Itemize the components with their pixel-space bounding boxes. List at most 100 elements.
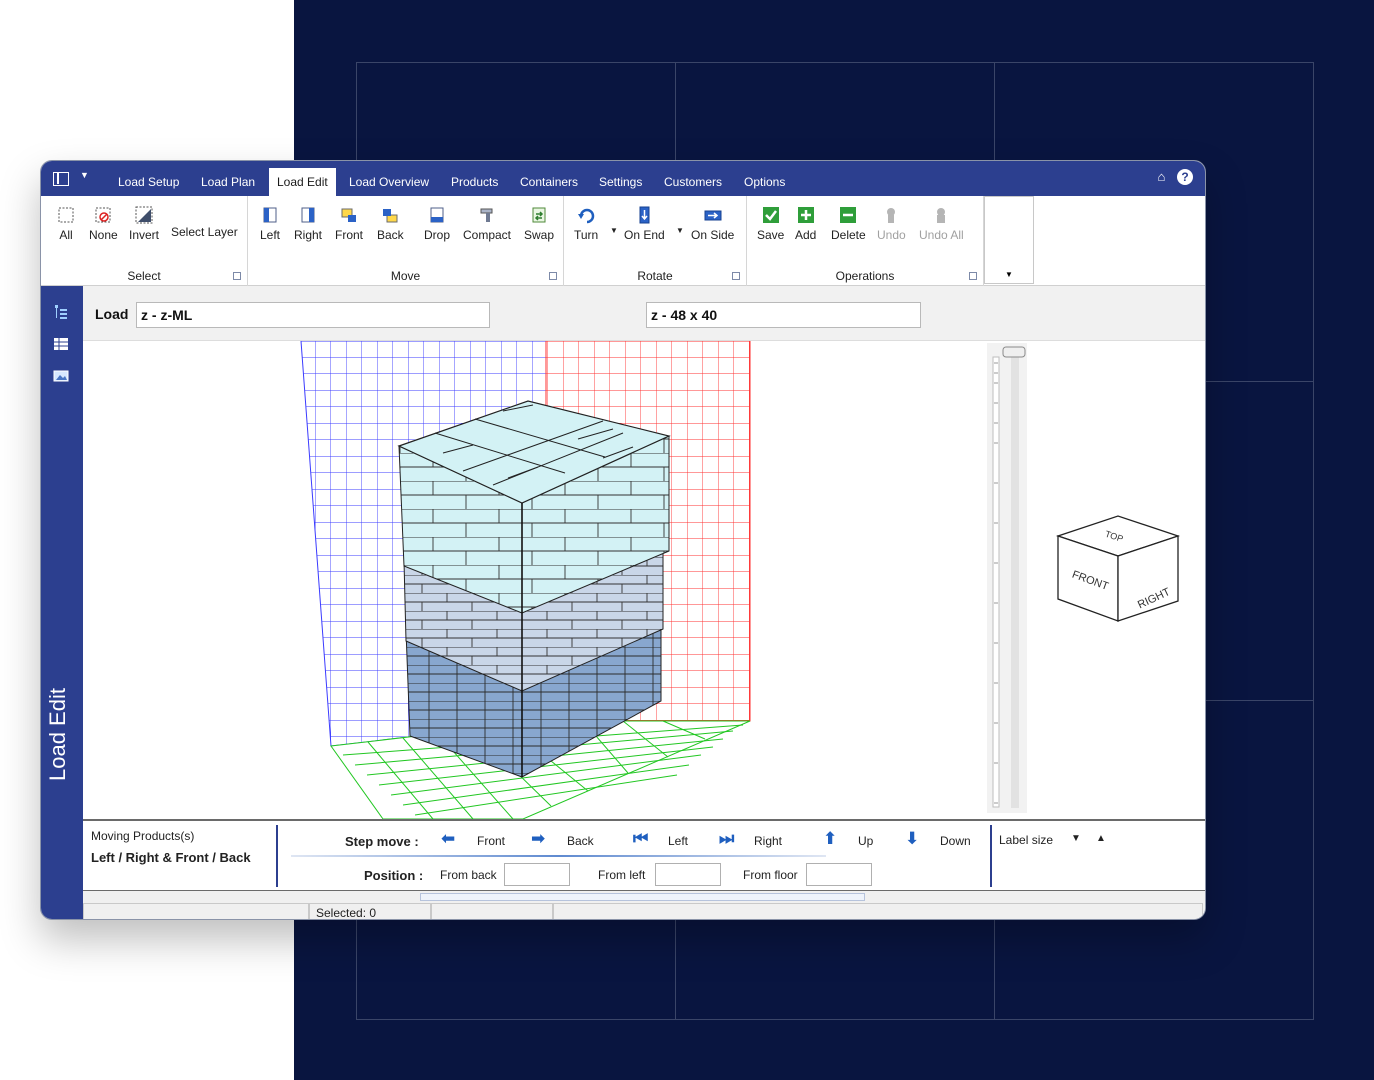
move-left-button[interactable]: Left (260, 206, 280, 242)
dialog-launcher-icon[interactable] (732, 272, 740, 280)
help-icon[interactable]: ? (1177, 169, 1193, 185)
view-cube[interactable]: TOP FRONT RIGHT (1053, 511, 1183, 641)
swap-icon (532, 207, 546, 223)
plus-icon (797, 207, 814, 223)
label-size-label: Label size (999, 833, 1054, 847)
app-menu-button[interactable]: ▼ (53, 170, 93, 189)
skip-left-icon[interactable]: ⏮ (633, 829, 648, 849)
dialog-launcher-icon[interactable] (549, 272, 557, 280)
splitter-handle[interactable] (420, 893, 865, 901)
tab-load-edit[interactable]: Load Edit (269, 168, 336, 196)
tab-settings[interactable]: Settings (599, 170, 642, 196)
status-bar: Selected: 0 (83, 891, 1205, 919)
align-left-icon (263, 207, 277, 223)
ribbon-group-rotate: Turn ▼ On End ▼ On Side Rotate (564, 196, 747, 286)
table-icon[interactable] (53, 336, 69, 352)
select-all-button[interactable]: All (57, 206, 75, 242)
select-none-button[interactable]: None (89, 206, 118, 242)
move-front-button[interactable]: Front (335, 206, 363, 242)
step-back-button[interactable]: Back (567, 834, 594, 848)
image-icon[interactable] (53, 368, 69, 384)
on-side-button[interactable]: On Side (691, 206, 734, 242)
add-button[interactable]: Add (795, 206, 816, 242)
ribbon-group-select: All None Invert Select Layer Select (41, 196, 248, 286)
select-all-icon (58, 207, 74, 223)
dialog-launcher-icon[interactable] (233, 272, 241, 280)
separator (291, 855, 826, 857)
undo-button[interactable]: Undo (877, 206, 906, 242)
compact-icon (480, 208, 493, 222)
step-down-button[interactable]: Down (940, 834, 971, 848)
status-cell (553, 903, 1203, 919)
tab-options[interactable]: Options (744, 170, 785, 196)
load-3d-view[interactable]: TOP FRONT RIGHT (83, 341, 1205, 819)
divider (276, 825, 278, 887)
on-end-button[interactable]: On End (624, 206, 665, 242)
swap-button[interactable]: Swap (524, 206, 554, 242)
minus-icon (840, 207, 857, 223)
drop-button[interactable]: Drop (424, 206, 450, 242)
chevron-down-icon[interactable]: ▼ (676, 226, 684, 235)
tab-products[interactable]: Products (451, 170, 498, 196)
chevron-down-icon[interactable]: ▼ (610, 226, 618, 235)
load-name-field[interactable]: z - z-ML (136, 302, 490, 328)
step-left-button[interactable]: Left (668, 834, 688, 848)
tab-load-setup[interactable]: Load Setup (118, 170, 179, 196)
ribbon-gallery[interactable]: ▼ (984, 196, 1034, 284)
group-label-rotate: Rotate (637, 269, 673, 283)
tab-customers[interactable]: Customers (664, 170, 722, 196)
status-cell (431, 903, 553, 919)
from-left-input[interactable] (655, 863, 721, 886)
group-label-select: Select (127, 269, 161, 283)
zoom-slider[interactable] (987, 343, 1027, 813)
undo-all-button[interactable]: Undo All (919, 206, 964, 242)
chevron-down-icon[interactable]: ▼ (1071, 833, 1081, 844)
pallet-field[interactable]: z - 48 x 40 (646, 302, 921, 328)
turn-button[interactable]: Turn (574, 206, 598, 242)
tab-containers[interactable]: Containers (520, 170, 578, 196)
ribbon-group-move: Left Right Front Back Drop Compact Swap … (248, 196, 564, 286)
invert-icon (135, 206, 153, 224)
status-selected: Selected: 0 (309, 903, 431, 919)
tab-load-plan[interactable]: Load Plan (201, 170, 255, 196)
from-floor-input[interactable] (806, 863, 872, 886)
check-icon (762, 207, 779, 223)
collapse-ribbon-icon[interactable]: ⌂ (1158, 169, 1166, 184)
sidebar-title: Load Edit (45, 688, 70, 781)
ribbon-tab-bar: ▼ Load Setup Load Plan Load Edit Load Ov… (41, 161, 1205, 196)
load-label: Load (95, 306, 129, 322)
save-button[interactable]: Save (757, 206, 784, 242)
select-none-icon (95, 207, 111, 223)
align-right-icon (301, 207, 315, 223)
app-window: ▼ Load Setup Load Plan Load Edit Load Ov… (40, 160, 1206, 920)
select-layer-button[interactable]: Select Layer (171, 225, 238, 239)
step-up-button[interactable]: Up (858, 834, 873, 848)
step-right-button[interactable]: Right (754, 834, 782, 848)
compact-button[interactable]: Compact (463, 206, 511, 242)
from-back-input[interactable] (504, 863, 570, 886)
arrow-left-icon[interactable]: ⬅ (441, 829, 455, 849)
arrow-down-icon[interactable]: ⬇ (905, 829, 919, 849)
from-left-label: From left (598, 868, 646, 882)
on-side-icon (704, 210, 722, 221)
chevron-up-icon[interactable]: ▲ (1096, 833, 1106, 844)
group-label-move: Move (390, 269, 421, 283)
step-front-button[interactable]: Front (477, 834, 505, 848)
tree-view-icon[interactable] (53, 304, 69, 320)
move-right-button[interactable]: Right (294, 206, 322, 242)
moving-title: Moving Products(s) (91, 829, 195, 843)
select-invert-button[interactable]: Invert (129, 206, 159, 242)
arrow-up-icon[interactable]: ⬆ (823, 829, 837, 849)
delete-button[interactable]: Delete (831, 206, 866, 242)
move-back-button[interactable]: Back (377, 206, 404, 242)
tab-load-overview[interactable]: Load Overview (349, 170, 429, 196)
pallet-3d-render[interactable] (83, 341, 983, 819)
undo-icon (887, 208, 896, 223)
arrow-right-icon[interactable]: ➡ (531, 829, 545, 849)
chevron-down-icon[interactable]: ▼ (1005, 270, 1013, 279)
divider (990, 825, 992, 887)
dialog-launcher-icon[interactable] (969, 272, 977, 280)
position-label: Position : (364, 868, 424, 883)
zoom-slider-track[interactable] (987, 343, 1027, 813)
skip-right-icon[interactable]: ⏭ (719, 829, 734, 849)
